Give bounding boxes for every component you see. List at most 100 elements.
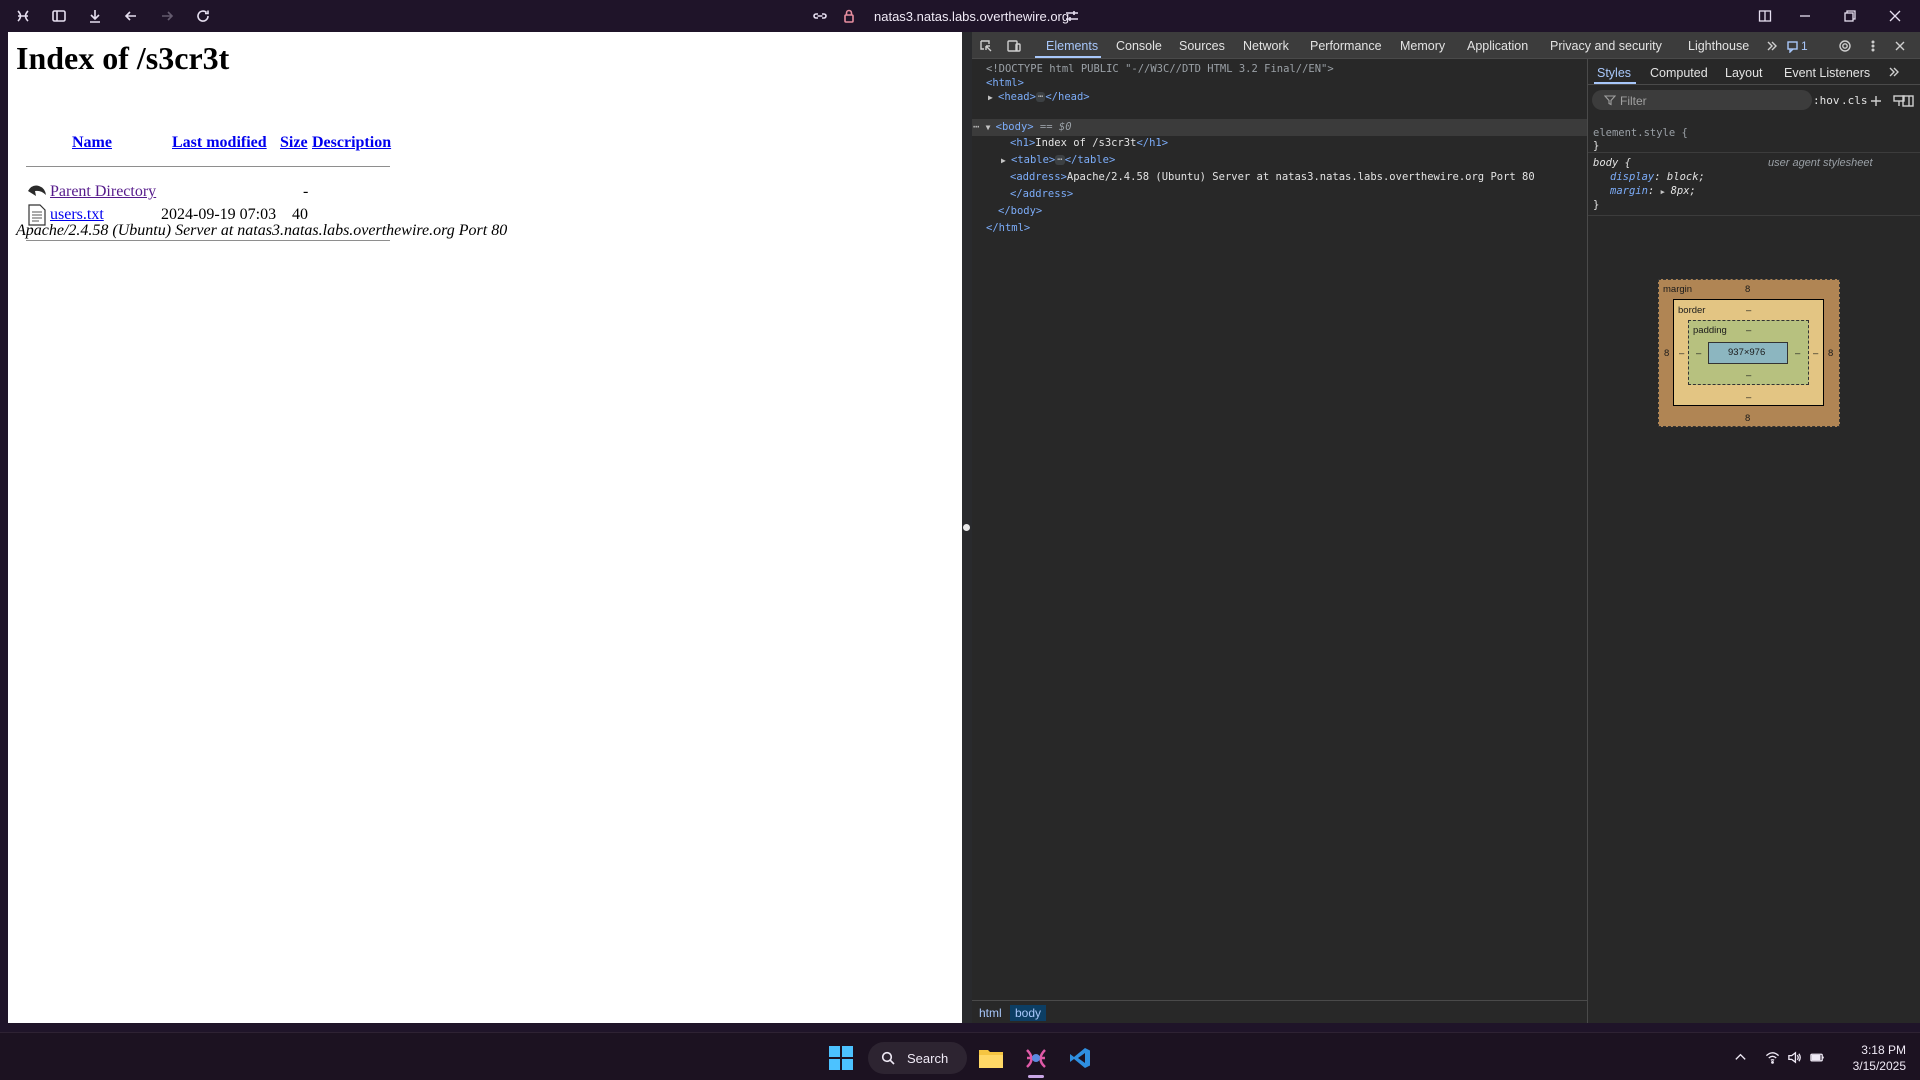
hover-state-toggle[interactable]: :hov [1813, 94, 1840, 107]
class-toggle[interactable]: .cls [1841, 94, 1868, 107]
browser-app-icon[interactable] [1020, 1042, 1052, 1074]
settings-gear-icon[interactable] [1837, 38, 1853, 54]
tab-performance[interactable]: Performance [1310, 39, 1382, 53]
split-view-icon[interactable] [1753, 6, 1777, 26]
show-hidden-icons-chevron[interactable] [1732, 1049, 1748, 1065]
toggle-sidebar-icon[interactable] [1900, 93, 1916, 109]
back-icon[interactable] [122, 7, 140, 25]
vscode-icon[interactable] [1064, 1042, 1096, 1074]
address-bar-url[interactable]: natas3.natas.labs.overthewire.org [874, 9, 1069, 24]
tab-elements[interactable]: Elements [1046, 39, 1098, 53]
tab-privacy-and-security[interactable]: Privacy and security [1550, 39, 1662, 53]
css-declaration-margin[interactable]: margin: ▶ 8px; [1610, 184, 1696, 199]
download-icon[interactable] [86, 7, 104, 25]
column-header-name[interactable]: Name [72, 134, 112, 152]
dom-node-h1[interactable]: <h1>Index of /s3cr3t</h1> [1010, 136, 1168, 151]
filter-icon [1604, 95, 1616, 106]
close-devtools-icon[interactable] [1892, 38, 1908, 54]
column-header-last-modified[interactable]: Last modified [172, 134, 267, 152]
restore-icon[interactable] [1838, 6, 1862, 26]
minimize-icon[interactable] [1793, 6, 1817, 26]
dom-node-head[interactable]: ▶ <head> ⋯ </head> [988, 90, 1090, 105]
margin-top-value[interactable]: 8 [1745, 284, 1750, 295]
header-divider [26, 166, 390, 167]
css-declaration-display[interactable]: display: block; [1610, 170, 1705, 184]
device-toolbar-icon[interactable] [1006, 38, 1022, 54]
margin-bottom-value[interactable]: 8 [1745, 413, 1750, 424]
tab-lighthouse[interactable]: Lighthouse [1688, 39, 1749, 53]
element-style-rule[interactable]: element.style { [1593, 126, 1688, 140]
tab-network[interactable]: Network [1243, 39, 1289, 53]
collapse-triangle-icon[interactable]: ▼ [986, 120, 996, 135]
tab-layout[interactable]: Layout [1725, 66, 1763, 80]
not-secure-lock-icon[interactable] [840, 7, 858, 25]
parent-directory-link[interactable]: Parent Directory [50, 183, 156, 201]
more-subtabs-chevron-icon[interactable] [1886, 64, 1902, 80]
more-tabs-chevron-icon[interactable] [1764, 38, 1780, 54]
file-explorer-icon[interactable] [975, 1042, 1007, 1074]
rule-divider [1588, 152, 1920, 153]
content-size-value[interactable]: 937×976 [1728, 347, 1765, 358]
battery-icon[interactable] [1809, 1049, 1825, 1065]
tab-console[interactable]: Console [1116, 39, 1162, 53]
border-bottom-value[interactable]: – [1746, 392, 1751, 403]
dom-node-table[interactable]: ▶ <table> ⋯ </table> [1001, 153, 1115, 168]
column-header-size[interactable]: Size [280, 134, 308, 152]
devtools-panel: Elements Console Sources Network Perform… [972, 32, 1920, 1023]
padding-left-value[interactable]: – [1696, 348, 1701, 359]
more-options-icon[interactable] [1865, 38, 1881, 54]
dom-doctype[interactable]: <!DOCTYPE html PUBLIC "-//W3C//DTD HTML … [986, 62, 1334, 77]
box-model-diagram: margin 8 8 8 8 border – – – – padding – … [1658, 279, 1840, 427]
site-settings-icon[interactable] [1063, 7, 1081, 25]
border-left-value[interactable]: – [1679, 348, 1684, 359]
styles-filter-input[interactable]: Filter [1592, 90, 1812, 110]
reload-icon[interactable] [194, 7, 212, 25]
page-heading: Index of /s3cr3t [16, 40, 230, 76]
forward-icon[interactable] [158, 7, 176, 25]
issues-icon[interactable] [1785, 38, 1801, 54]
border-top-value[interactable]: – [1746, 305, 1751, 316]
copy-link-icon[interactable] [811, 7, 829, 25]
margin-label: margin [1663, 284, 1693, 295]
sidebar-toggle-icon[interactable] [50, 7, 68, 25]
devtools-toolbar: Elements Console Sources Network Perform… [972, 32, 1920, 59]
pane-divider [1588, 215, 1920, 216]
margin-left-value[interactable]: 8 [1664, 348, 1669, 359]
breadcrumb-body[interactable]: body [1010, 1005, 1047, 1021]
padding-bottom-value[interactable]: – [1746, 370, 1751, 381]
expand-triangle-icon[interactable]: ▶ [988, 90, 998, 105]
padding-label: padding [1693, 325, 1727, 336]
tab-sources[interactable]: Sources [1179, 39, 1225, 53]
inspect-element-icon[interactable] [978, 38, 994, 54]
padding-top-value[interactable]: – [1746, 325, 1751, 336]
tab-computed[interactable]: Computed [1650, 66, 1708, 80]
issues-count[interactable]: 1 [1801, 39, 1808, 53]
column-header-description[interactable]: Description [312, 134, 391, 152]
active-app-indicator [1028, 1075, 1044, 1078]
padding-right-value[interactable]: – [1795, 348, 1800, 359]
margin-right-value[interactable]: 8 [1828, 348, 1833, 359]
dom-node-address[interactable]: <address>Apache/2.4.58 (Ubuntu) Server a… [1010, 170, 1535, 185]
tab-application[interactable]: Application [1467, 39, 1528, 53]
browser-logo-icon[interactable] [14, 7, 32, 25]
windows-taskbar: Search 3:18 PM 3/15/2025 [0, 1032, 1920, 1080]
volume-icon[interactable] [1786, 1049, 1802, 1065]
tab-memory[interactable]: Memory [1400, 39, 1445, 53]
windows-start-icon[interactable] [828, 1045, 854, 1071]
body-rule-selector[interactable]: body { [1593, 156, 1631, 170]
expand-triangle-icon[interactable]: ▶ [1001, 153, 1011, 168]
system-clock[interactable]: 3:18 PM 3/15/2025 [1830, 1042, 1906, 1074]
dom-node-html[interactable]: <html> [986, 76, 1024, 91]
splitter-handle[interactable] [963, 524, 970, 531]
dom-node-body[interactable]: ⋯ ▼ <body> == $0 [973, 120, 1072, 135]
new-style-rule-icon[interactable] [1868, 93, 1884, 109]
border-right-value[interactable]: – [1813, 348, 1818, 359]
wifi-icon[interactable] [1764, 1049, 1780, 1065]
breadcrumb-html[interactable]: html [974, 1005, 1007, 1021]
taskbar-search-button[interactable]: Search [868, 1042, 967, 1074]
tab-event-listeners[interactable]: Event Listeners [1784, 66, 1870, 80]
close-window-icon[interactable] [1883, 6, 1907, 26]
active-tab-indicator [1035, 56, 1101, 58]
tab-styles[interactable]: Styles [1597, 66, 1631, 80]
file-size: - [303, 183, 309, 200]
